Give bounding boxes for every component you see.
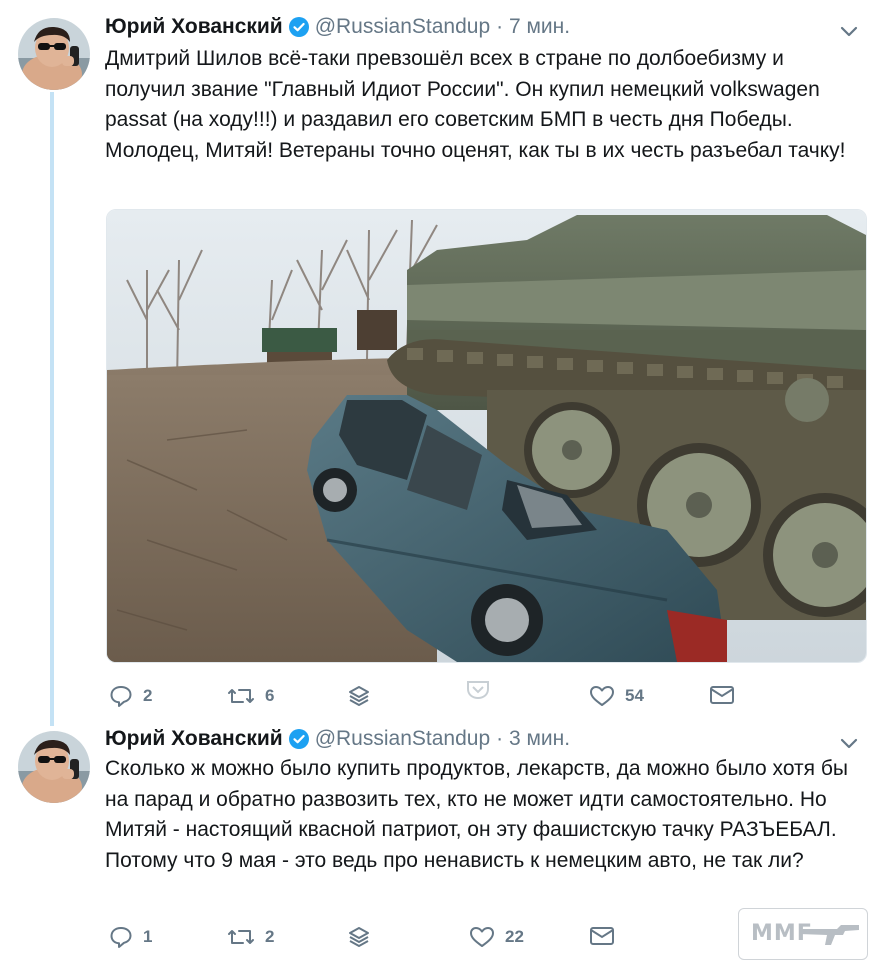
tweet-timestamp[interactable]: · 7 мин.: [496, 15, 570, 39]
heart-icon: [469, 925, 495, 949]
avatar[interactable]: [18, 18, 90, 90]
stack-icon: [347, 925, 371, 949]
author-handle[interactable]: @RussianStandup: [315, 727, 490, 751]
tweet-header: Юрий Хованский @RussianStandup · 7 мин.: [105, 12, 570, 42]
envelope-icon: [709, 684, 735, 706]
rifle-icon: [799, 925, 859, 945]
author-name[interactable]: Юрий Хованский: [105, 15, 283, 39]
stack-button[interactable]: [347, 684, 371, 708]
dm-button[interactable]: [709, 684, 735, 706]
retweet-count: 2: [265, 927, 275, 946]
tweet-text: Дмитрий Шилов всё-таки превзошёл всех в …: [105, 47, 846, 162]
verified-badge-icon: [288, 17, 309, 37]
like-count: 22: [505, 927, 524, 946]
reply-icon: [109, 925, 133, 949]
thread-connector-line: [50, 92, 54, 726]
like-button[interactable]: 22: [469, 925, 524, 949]
stack-button[interactable]: [347, 925, 371, 949]
tweet-text: Сколько ж можно было купить продуктов, л…: [105, 757, 848, 872]
pocket-icon: [466, 680, 490, 700]
tweet-actions: 2 6 54: [105, 681, 745, 714]
tweet-timestamp[interactable]: · 3 мин.: [496, 727, 570, 751]
retweet-icon: [227, 925, 255, 949]
verified-badge-icon: [288, 729, 309, 749]
avatar[interactable]: [18, 731, 90, 803]
like-count: 54: [625, 686, 644, 705]
envelope-icon: [589, 925, 615, 947]
reply-button[interactable]: 2: [109, 684, 152, 708]
pocket-button[interactable]: [466, 680, 490, 700]
tweet-media-photo[interactable]: [106, 209, 867, 663]
stack-icon: [347, 684, 371, 708]
retweet-button[interactable]: 6: [227, 684, 274, 708]
reply-count: 2: [143, 686, 153, 705]
reply-count: 1: [143, 927, 153, 946]
chevron-down-icon[interactable]: [838, 20, 860, 42]
reply-icon: [109, 684, 133, 708]
retweet-icon: [227, 684, 255, 708]
tweet-header: Юрий Хованский @RussianStandup · 3 мин.: [105, 724, 570, 754]
tweet-actions: 1 2 22: [105, 925, 745, 955]
site-watermark: ММГ: [738, 908, 868, 960]
retweet-button[interactable]: 2: [227, 925, 274, 949]
reply-button[interactable]: 1: [109, 925, 152, 949]
dm-button[interactable]: [589, 925, 615, 947]
heart-icon: [589, 684, 615, 708]
like-button[interactable]: 54: [589, 684, 644, 708]
author-name[interactable]: Юрий Хованский: [105, 727, 283, 751]
retweet-count: 6: [265, 686, 275, 705]
author-handle[interactable]: @RussianStandup: [315, 15, 490, 39]
chevron-down-icon[interactable]: [838, 732, 860, 754]
